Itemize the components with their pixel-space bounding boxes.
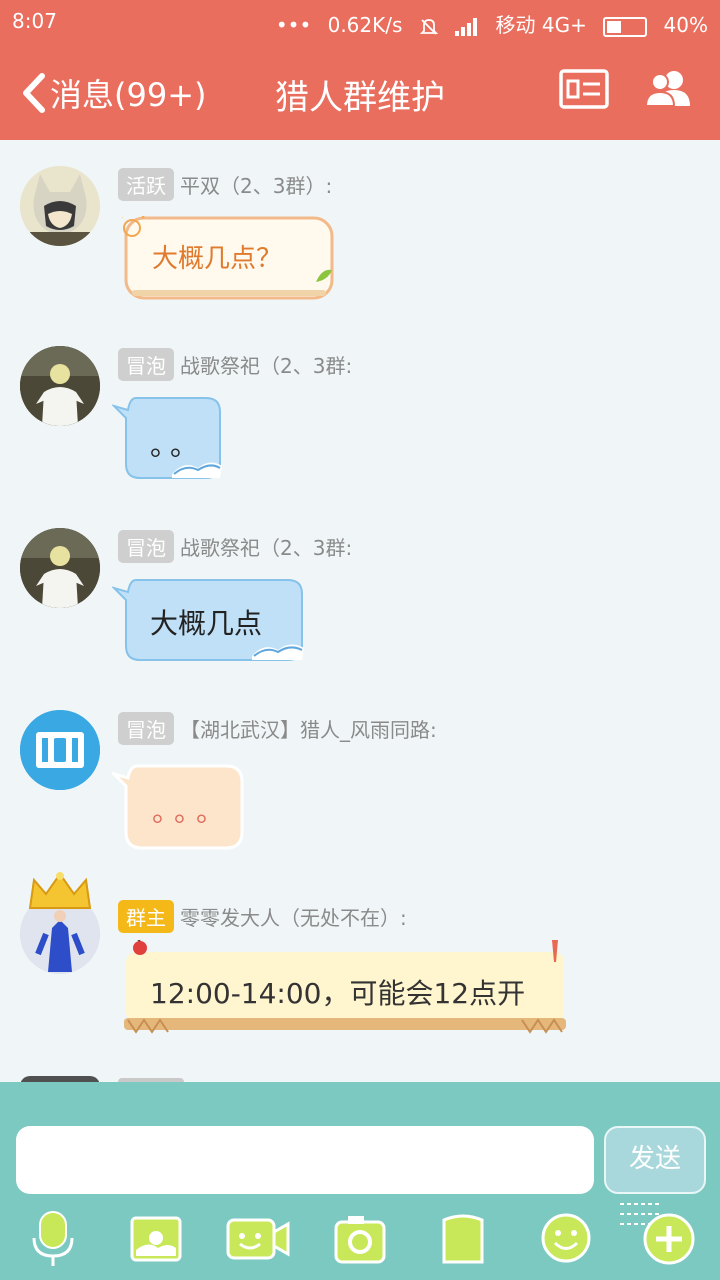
- carrier-label: 移动 4G+: [495, 13, 587, 37]
- message-text: 大概几点: [150, 607, 263, 640]
- sender-name: 战歌祭祀（2、3群:: [180, 354, 353, 378]
- status-dots: •••: [275, 13, 312, 37]
- chat-message: 群主 零零发大人（无处不在）: 12:00-14:00，可能会12点开: [0, 870, 720, 1050]
- message-input[interactable]: [16, 1126, 594, 1194]
- message-bubble[interactable]: 。。。: [112, 762, 246, 852]
- avatar[interactable]: [20, 872, 100, 974]
- video-icon[interactable]: [226, 1216, 290, 1266]
- message-bubble[interactable]: 12:00-14:00，可能会12点开: [120, 940, 570, 1036]
- status-time: 8:07: [12, 9, 57, 33]
- chat-message: 活跃 平双（2、3群）: 大概几点？: [0, 166, 720, 306]
- message-text: 12:00-14:00，可能会12点开: [150, 977, 526, 1010]
- status-right: ••• 0.62K/s 移动 4G+ 40%: [266, 9, 708, 38]
- avatar[interactable]: [20, 710, 100, 790]
- chat-header: 消息(99+) 猎人群维护: [0, 42, 720, 140]
- owner-badge: 群主: [118, 900, 174, 933]
- sender-line: 群主 零零发大人（无处不在）:: [118, 900, 407, 933]
- member-badge: 冒泡: [118, 348, 174, 381]
- message-bubble[interactable]: 大概几点: [112, 576, 306, 668]
- member-badge: 活跃: [118, 168, 174, 201]
- sender-line: 冒泡 战歌祭祀（2、3群:: [118, 348, 352, 381]
- battery-percent: 40%: [663, 13, 708, 37]
- sender-name: 战歌祭祀（2、3群:: [180, 536, 353, 560]
- avatar[interactable]: [20, 166, 100, 246]
- group-members-icon[interactable]: [644, 68, 694, 114]
- sender-name: 零零发大人（无处不在）:: [180, 906, 407, 930]
- chat-message: 冒泡 战歌祭祀（2、3群: 。。: [0, 346, 720, 496]
- input-bar: 发送: [0, 1082, 720, 1280]
- network-speed: 0.62K/s: [327, 13, 403, 37]
- sender-name: 【湖北武汉】猎人_风雨同路:: [180, 718, 437, 742]
- image-icon[interactable]: [130, 1216, 182, 1266]
- battery-icon: [603, 16, 648, 37]
- send-button[interactable]: 发送: [604, 1126, 706, 1194]
- member-badge: 冒泡: [118, 530, 174, 563]
- chat-message-list[interactable]: 活跃 平双（2、3群）: 大概几点？ 冒泡 战歌祭祀（2、3群: 。。 冒泡 战歌祭祀…: [0, 140, 720, 1082]
- status-bar: 8:07 ••• 0.62K/s 移动 4G+ 40%: [0, 0, 720, 42]
- message-text: 大概几点？: [152, 244, 283, 274]
- emoji-icon[interactable]: [540, 1212, 592, 1268]
- sender-name: 平双（2、3群）:: [180, 174, 333, 198]
- mic-icon[interactable]: [30, 1210, 76, 1272]
- chat-message: 冒泡 【湖北武汉】猎人_风雨同路: 。。。: [0, 710, 720, 860]
- message-text: 。。: [150, 429, 205, 462]
- avatar[interactable]: [20, 528, 100, 608]
- camera-icon[interactable]: [334, 1214, 386, 1268]
- member-badge: 冒泡: [118, 712, 174, 745]
- avatar[interactable]: [20, 346, 100, 426]
- mute-icon: [419, 13, 445, 37]
- chat-message: 冒泡 战歌祭祀（2、3群: 大概几点: [0, 528, 720, 678]
- signal-icon: [455, 13, 485, 37]
- plus-icon[interactable]: [642, 1212, 696, 1270]
- sender-line: 活跃 平双（2、3群）:: [118, 168, 332, 201]
- group-title: 猎人群维护: [275, 78, 445, 118]
- sender-line: 冒泡 【湖北武汉】猎人_风雨同路:: [118, 712, 437, 745]
- id-card-icon[interactable]: [558, 68, 610, 114]
- sender-line: 冒泡 战歌祭祀（2、3群:: [118, 530, 352, 563]
- message-bubble[interactable]: 。。: [112, 394, 224, 486]
- message-bubble[interactable]: 大概几点？: [122, 216, 334, 302]
- file-icon[interactable]: [440, 1212, 486, 1270]
- message-text: 。。。: [152, 795, 233, 828]
